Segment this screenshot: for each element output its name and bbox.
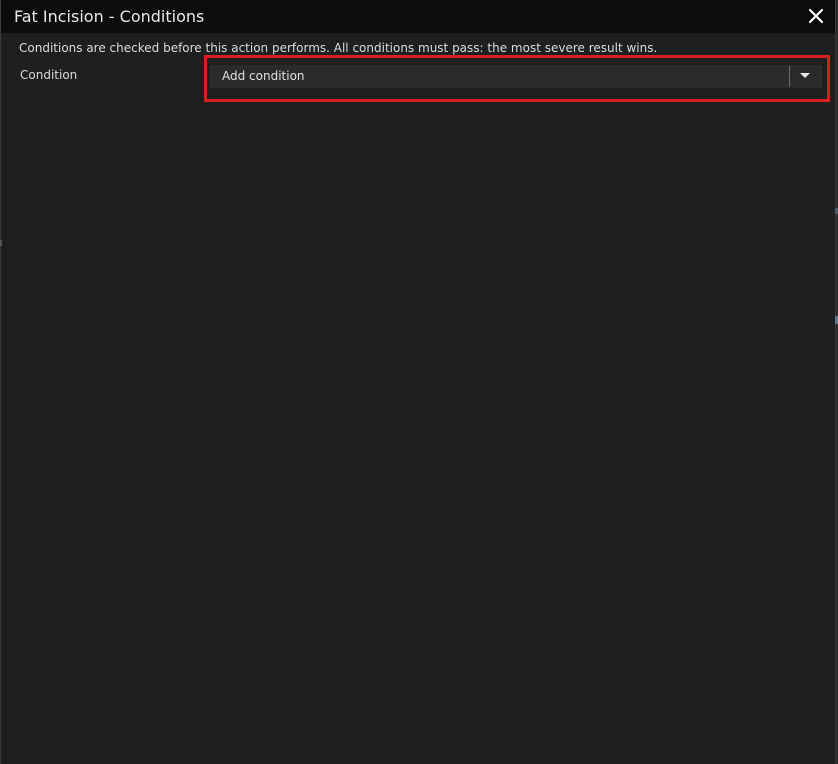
close-icon bbox=[808, 8, 824, 24]
window-title: Fat Incision - Conditions bbox=[14, 7, 205, 26]
dropdown-divider bbox=[789, 66, 790, 87]
description-text: Conditions are checked before this actio… bbox=[19, 41, 658, 55]
condition-label: Condition bbox=[20, 68, 78, 82]
close-button[interactable] bbox=[805, 5, 827, 27]
title-bar[interactable]: Fat Incision - Conditions bbox=[1, 0, 835, 33]
background-window-edge bbox=[0, 240, 2, 246]
chevron-down-icon[interactable] bbox=[800, 73, 810, 78]
add-condition-dropdown[interactable]: Add condition bbox=[210, 65, 822, 88]
conditions-dialog: Fat Incision - Conditions Conditions are… bbox=[0, 0, 836, 764]
dropdown-value: Add condition bbox=[222, 69, 305, 83]
